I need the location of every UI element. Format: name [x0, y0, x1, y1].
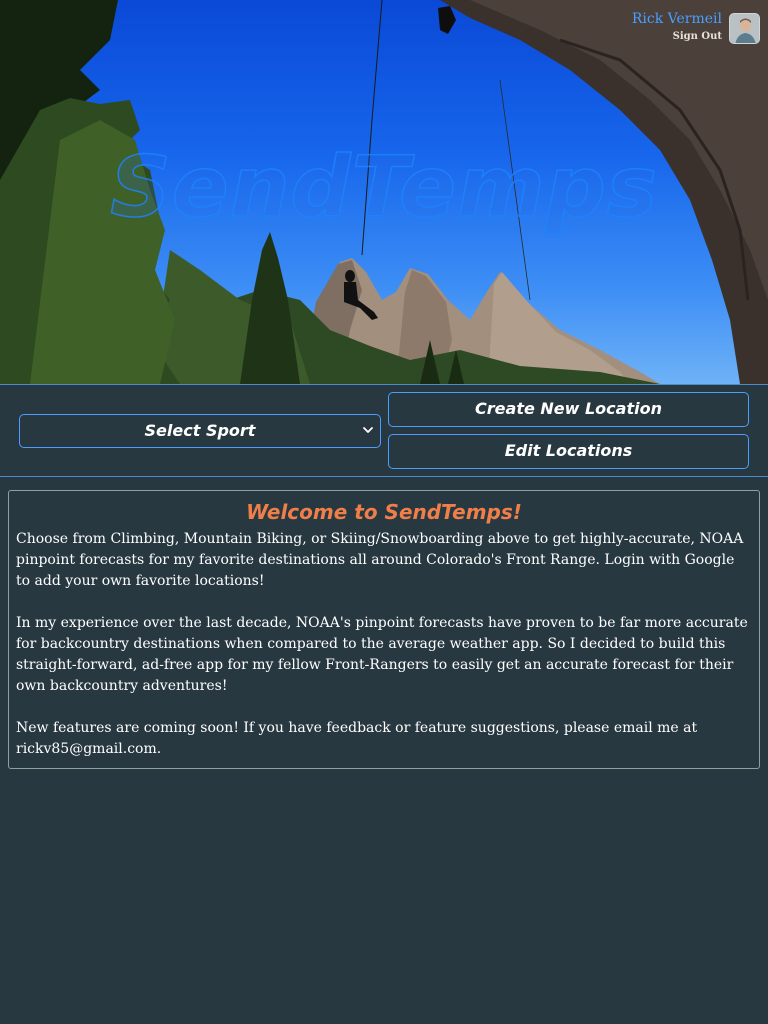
chevron-down-icon	[363, 427, 373, 433]
edit-locations-button[interactable]: Edit Locations	[388, 434, 749, 469]
user-name[interactable]: Rick Vermeil	[632, 10, 722, 28]
welcome-paragraph-2: In my experience over the last decade, N…	[16, 615, 748, 694]
avatar-photo-icon	[730, 14, 759, 43]
user-menu: Rick Vermeil Sign Out	[632, 10, 722, 44]
welcome-paragraph-3: New features are coming soon! If you hav…	[16, 720, 698, 757]
sign-out-link[interactable]: Sign Out	[632, 30, 722, 44]
welcome-paragraph-1: Choose from Climbing, Mountain Biking, o…	[16, 531, 744, 589]
welcome-title: Welcome to SendTemps!	[246, 500, 522, 524]
controls-bar: Select Sport Create New Location Edit Lo…	[0, 384, 768, 477]
site-title: SendTemps	[110, 137, 658, 237]
create-location-button[interactable]: Create New Location	[388, 392, 749, 427]
sport-select[interactable]: Select Sport	[19, 414, 381, 448]
create-location-label: Create New Location	[475, 399, 662, 418]
user-avatar[interactable]	[729, 13, 760, 44]
welcome-card: Welcome to SendTemps! Choose from Climbi…	[8, 490, 760, 769]
hero-banner: SendTemps Rick Vermeil Sign Out	[0, 0, 768, 384]
sport-select-value: Select Sport	[144, 421, 256, 440]
edit-locations-label: Edit Locations	[504, 441, 633, 460]
